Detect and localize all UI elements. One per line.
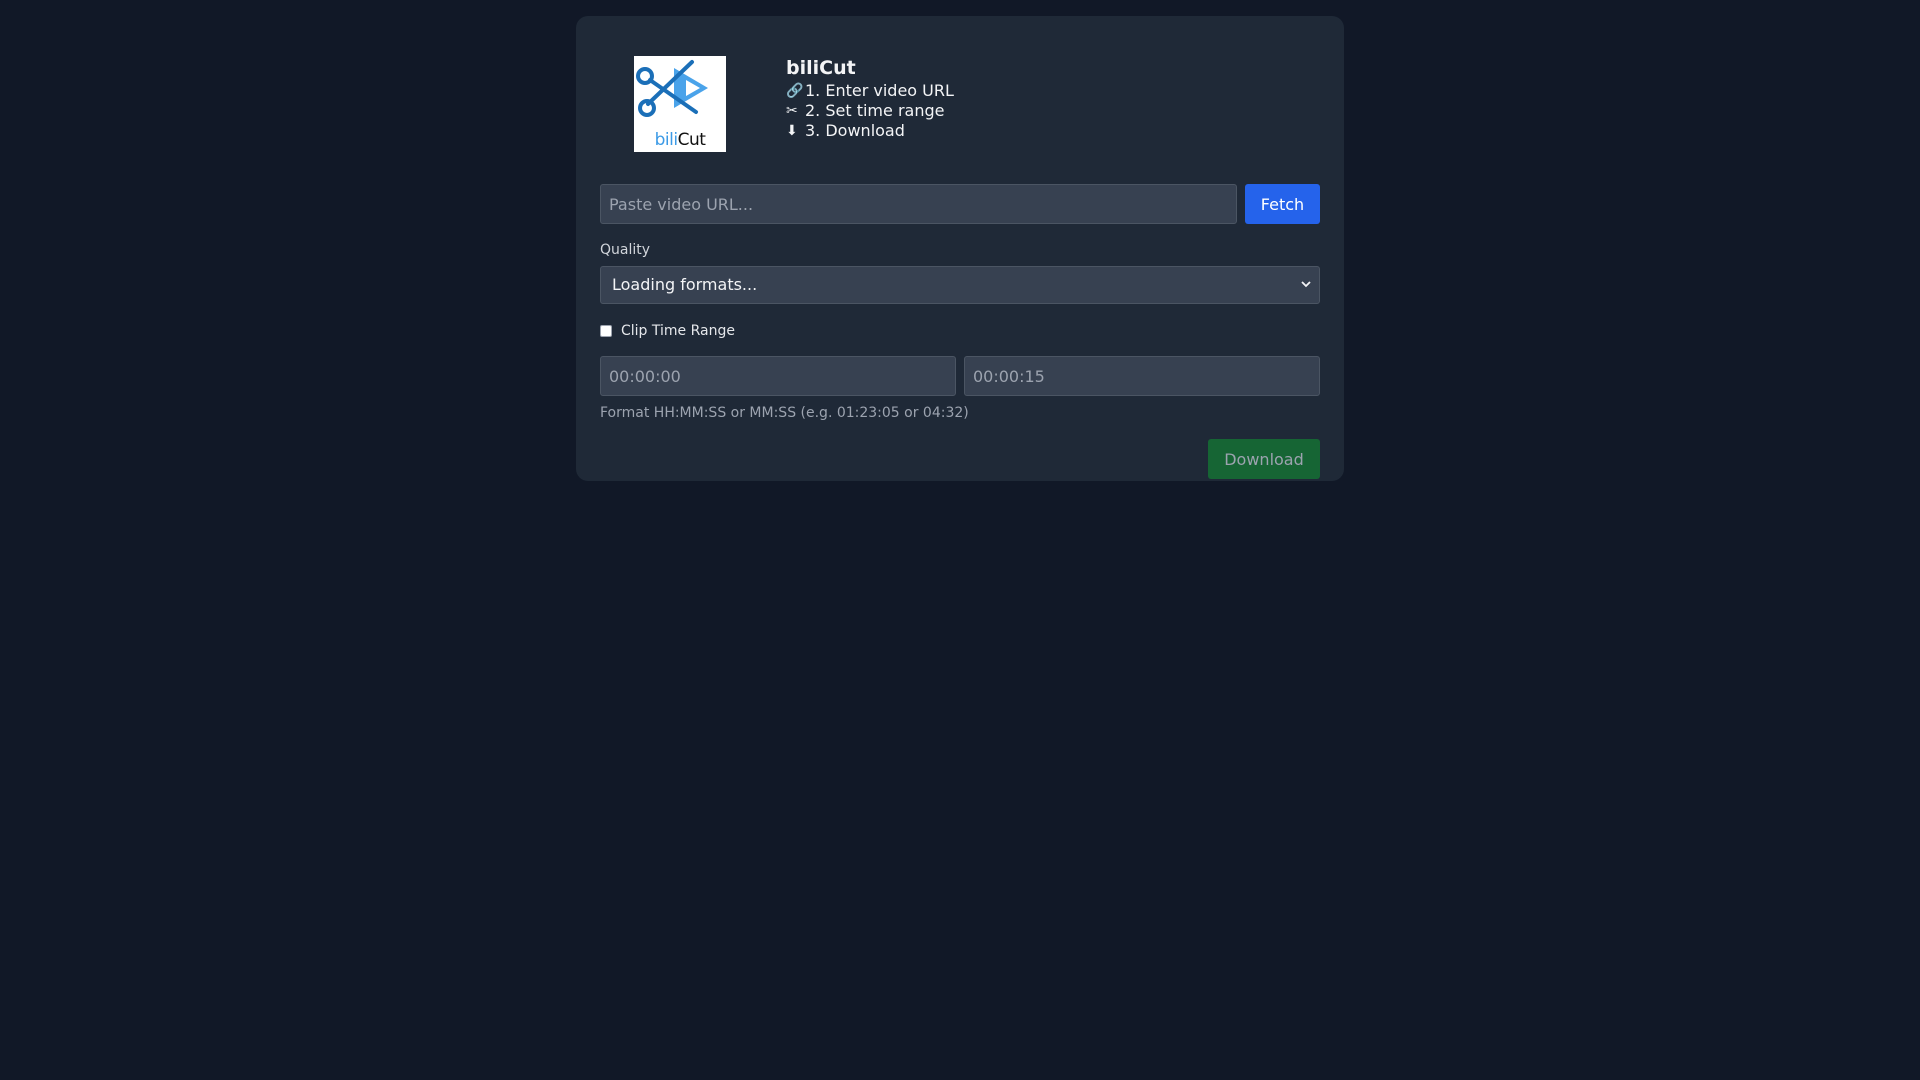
- header: biliCut biliCut 🔗 1. Enter video URL ✂ 2…: [600, 40, 1320, 152]
- logo-wordmark: biliCut: [654, 130, 706, 150]
- download-button[interactable]: Download: [1208, 439, 1320, 479]
- time-range-row: [600, 356, 1320, 396]
- main-card: biliCut biliCut 🔗 1. Enter video URL ✂ 2…: [576, 16, 1344, 481]
- app-logo: biliCut: [634, 56, 726, 152]
- step-label: 2. Set time range: [805, 101, 945, 120]
- fetch-button[interactable]: Fetch: [1245, 184, 1320, 224]
- step-download: ⬇ 3. Download: [786, 121, 954, 141]
- url-row: Fetch: [600, 184, 1320, 224]
- step-enter-url: 🔗 1. Enter video URL: [786, 81, 954, 101]
- step-label: 1. Enter video URL: [805, 81, 954, 100]
- app-title: biliCut: [786, 57, 856, 79]
- download-row: Download: [600, 439, 1320, 479]
- step-label: 3. Download: [805, 121, 905, 140]
- clip-time-range-checkbox[interactable]: [600, 324, 612, 337]
- clip-time-range-label[interactable]: Clip Time Range: [621, 323, 735, 339]
- link-icon: 🔗: [786, 83, 804, 99]
- start-time-input[interactable]: [600, 356, 956, 396]
- scissors-icon: ✂: [786, 103, 798, 119]
- clip-time-range-row: Clip Time Range: [600, 322, 1320, 339]
- quality-select[interactable]: Loading formats...: [600, 266, 1320, 304]
- end-time-input[interactable]: [964, 356, 1320, 396]
- quality-selected-value: Loading formats...: [612, 275, 758, 294]
- time-format-hint: Format HH:MM:SS or MM:SS (e.g. 01:23:05 …: [600, 405, 969, 421]
- chevron-down-icon: [1301, 281, 1311, 288]
- intro: biliCut 🔗 1. Enter video URL ✂ 2. Set ti…: [786, 40, 954, 141]
- video-url-input[interactable]: [600, 184, 1237, 224]
- quality-label: Quality: [600, 242, 651, 258]
- step-set-time-range: ✂ 2. Set time range: [786, 101, 954, 121]
- download-arrow-icon: ⬇: [786, 123, 798, 139]
- logo-container: biliCut: [600, 40, 760, 152]
